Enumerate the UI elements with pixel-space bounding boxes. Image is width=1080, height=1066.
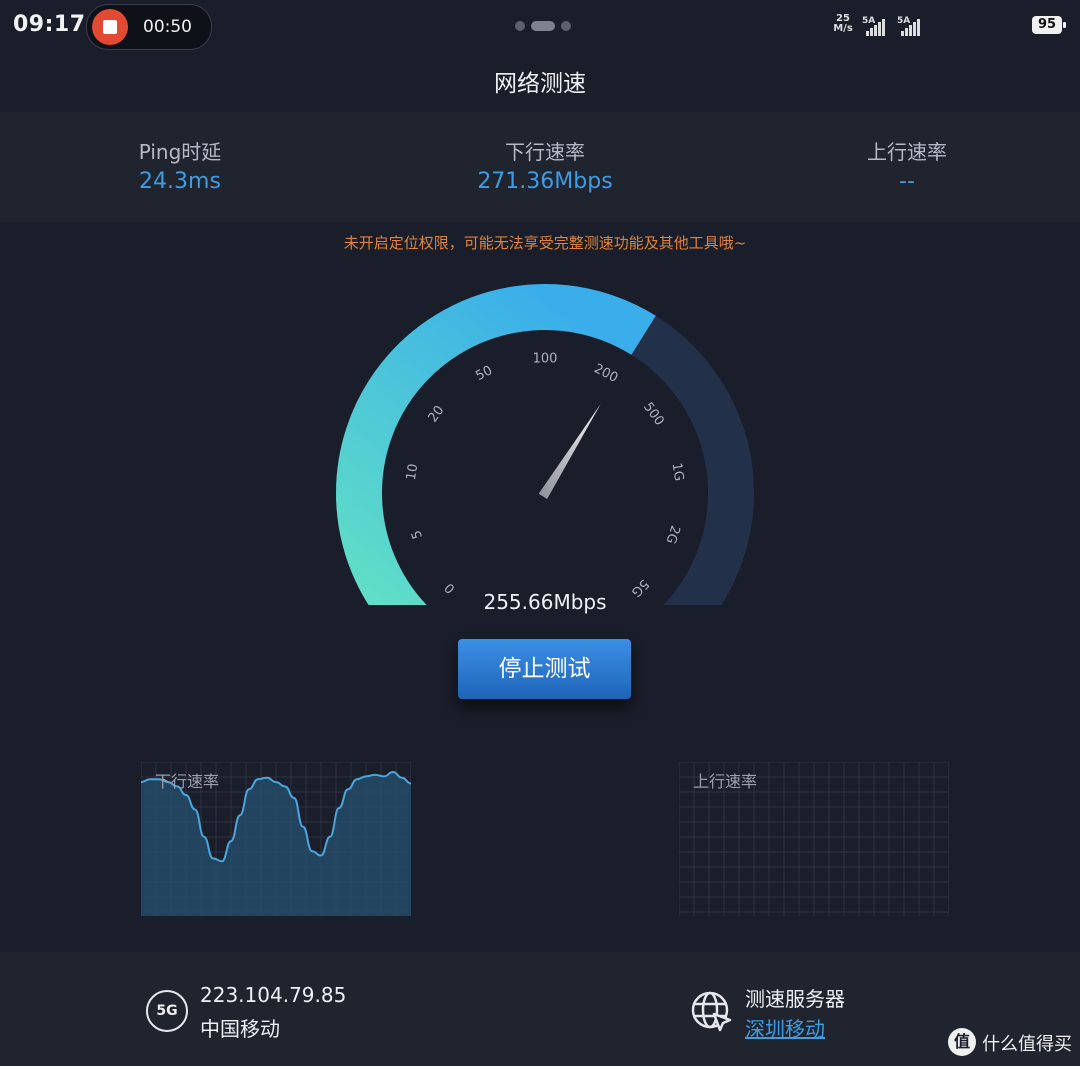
watermark-logo: 值 bbox=[948, 1028, 976, 1056]
clock: 09:17 bbox=[13, 12, 86, 37]
download-area bbox=[141, 772, 411, 916]
gauge-tick-label: 20 bbox=[426, 403, 448, 425]
gauge-tick-label: 10 bbox=[404, 463, 421, 482]
page-indicator bbox=[515, 15, 577, 34]
gauge-progress bbox=[336, 284, 656, 605]
globe-icon bbox=[691, 991, 732, 1032]
gauge-tick-label: 500 bbox=[640, 400, 667, 429]
gauge-needle bbox=[538, 403, 601, 500]
upload-stat: 上行速率 -- bbox=[757, 136, 1057, 194]
download-value: 271.36Mbps bbox=[477, 169, 613, 194]
ping-value: 24.3ms bbox=[139, 169, 221, 194]
gauge-tick-label: 50 bbox=[473, 363, 495, 384]
gauge-tick-label: 2G bbox=[662, 523, 682, 545]
gauge-reading: 255.66Mbps bbox=[483, 590, 607, 614]
location-permission-warning[interactable]: 未开启定位权限，可能无法享受完整测速功能及其他工具哦~ bbox=[0, 232, 1080, 253]
gauge-tick-label: 1G bbox=[669, 462, 687, 482]
watermark-text: 什么值得买 bbox=[982, 1034, 1072, 1055]
upload-chart-label: 上行速率 bbox=[693, 772, 758, 791]
record-timer: 00:50 bbox=[143, 17, 192, 37]
signal-icon: 5A bbox=[862, 16, 890, 36]
upload-speed-chart: 上行速率 bbox=[678, 761, 950, 916]
battery-icon: 95 bbox=[1032, 16, 1066, 34]
carrier-name: 中国移动 bbox=[200, 1017, 280, 1041]
upload-label: 上行速率 bbox=[867, 140, 947, 164]
stats-panel: Ping时延 24.3ms 下行速率 271.36Mbps 上行速率 -- bbox=[0, 112, 1080, 222]
upload-value: -- bbox=[899, 169, 915, 194]
server-label: 测速服务器 bbox=[745, 987, 845, 1011]
speed-gauge: 051020501002005001G2G5G bbox=[336, 284, 754, 605]
gauge-tick-label: 200 bbox=[591, 361, 620, 386]
server-link[interactable]: 深圳移动 bbox=[745, 1013, 825, 1042]
5g-icon: 5G bbox=[146, 990, 188, 1032]
stop-record-icon[interactable] bbox=[92, 9, 128, 45]
status-bar: 09:17 00:50 25 M/s 5A 5A 95 bbox=[0, 0, 1080, 56]
ping-label: Ping时延 bbox=[138, 140, 222, 164]
gauge-tick-label: 5 bbox=[409, 528, 426, 541]
download-label: 下行速率 bbox=[505, 140, 585, 164]
stop-test-button[interactable]: 停止测试 bbox=[458, 639, 631, 699]
gauge-tick-label: 100 bbox=[533, 352, 558, 367]
page-title: 网络测速 bbox=[494, 71, 586, 97]
download-stat: 下行速率 271.36Mbps bbox=[395, 136, 695, 194]
ping-stat: Ping时延 24.3ms bbox=[30, 136, 330, 194]
signal-icon: 5A bbox=[897, 16, 925, 36]
download-chart-label: 下行速率 bbox=[155, 772, 220, 791]
download-speed-chart: 下行速率 bbox=[140, 761, 412, 916]
net-rate-indicator: 25 M/s bbox=[833, 13, 853, 34]
ip-address: 223.104.79.85 bbox=[200, 983, 347, 1007]
screen-record-pill[interactable]: 00:50 bbox=[86, 4, 212, 50]
